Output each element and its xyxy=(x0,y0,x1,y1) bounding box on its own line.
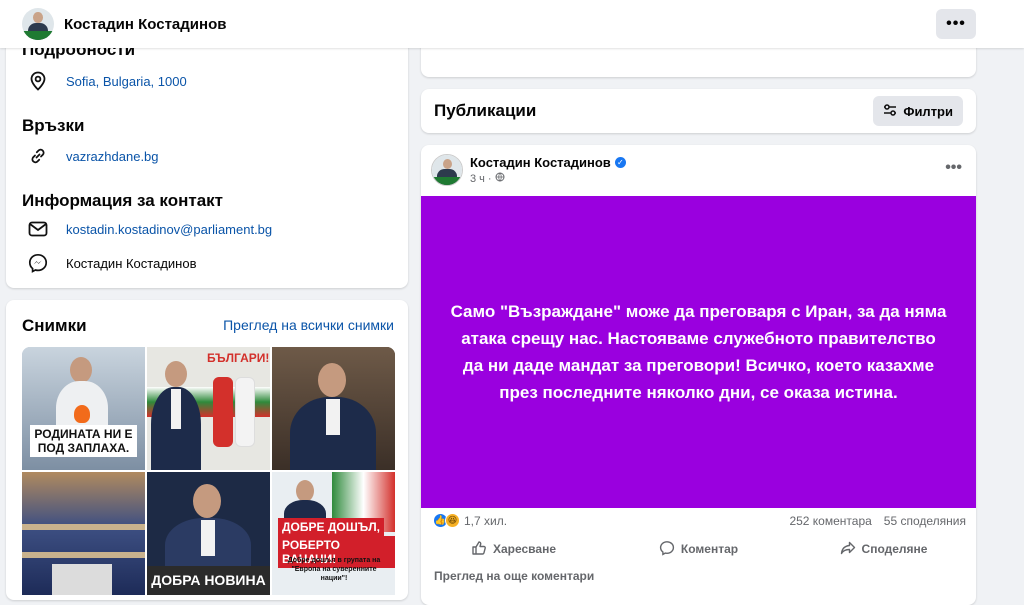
publications-bar: Публикации Филтри xyxy=(421,89,976,133)
link-icon xyxy=(22,146,54,166)
profile-avatar[interactable] xyxy=(22,8,54,40)
messenger-name[interactable]: Костадин Костадинов xyxy=(66,256,196,271)
location-row: Sofia, Bulgaria, 1000 xyxy=(22,71,187,91)
share-arrow-icon xyxy=(840,540,856,559)
photo-caption: Добре дошъл в групата на "Европа на суве… xyxy=(287,557,381,582)
profile-header-bar: Костадин Костадинов ••• xyxy=(0,0,1024,48)
share-label: Споделяне xyxy=(861,542,928,556)
details-card: Подробности Sofia, Bulgaria, 1000 Връзки… xyxy=(6,30,408,288)
photo-thumbnail[interactable]: ДОБРЕ ДОШЪЛ, РОБЕРТО ВАНАЧИ! Добре дошъл… xyxy=(272,472,395,595)
photo-thumbnail[interactable]: ДОБРА НОВИНА xyxy=(147,472,270,595)
photos-heading: Снимки xyxy=(22,316,87,335)
like-button[interactable]: Харесване xyxy=(421,535,606,563)
shares-count[interactable]: 55 споделяния xyxy=(884,514,966,528)
photos-card: Снимки Преглед на всички снимки РОДИНАТА… xyxy=(6,300,408,600)
photo-thumbnail[interactable] xyxy=(22,472,145,595)
reactions-count: 1,7 хил. xyxy=(464,513,508,528)
haha-reaction-icon: 😆 xyxy=(445,513,460,528)
profile-name: Костадин Костадинов xyxy=(64,15,227,33)
photo-caption: БЪЛГАРИ! xyxy=(207,351,270,365)
comment-bubble-icon xyxy=(659,540,675,559)
comment-label: Коментар xyxy=(680,542,739,556)
email-link[interactable]: kostadin.kostadinov@parliament.bg xyxy=(66,222,272,237)
messenger-icon xyxy=(22,253,54,273)
publications-heading: Публикации xyxy=(434,101,537,120)
photo-thumbnail[interactable]: РОДИНАТА НИ Е ПОД ЗАПЛАХА. xyxy=(22,347,145,470)
post-stats: 252 коментара 55 споделяния xyxy=(789,514,966,528)
comments-count[interactable]: 252 коментара xyxy=(789,514,871,528)
messenger-row: Костадин Костадинов xyxy=(22,253,196,273)
more-options-button[interactable]: ••• xyxy=(936,9,976,39)
comment-button[interactable]: Коментар xyxy=(606,535,791,563)
email-row: kostadin.kostadinov@parliament.bg xyxy=(22,221,272,237)
post-actions: Харесване Коментар Споделяне xyxy=(421,535,976,563)
fire-icon xyxy=(74,405,90,423)
photo-thumbnail[interactable] xyxy=(272,347,395,470)
globe-icon xyxy=(495,172,505,185)
see-all-photos-link[interactable]: Преглед на всички снимки xyxy=(223,317,394,333)
post-text: Само "Възраждане" може да преговаря с Ир… xyxy=(450,302,947,402)
post-time[interactable]: 3 ч xyxy=(470,173,485,185)
website-row: vazrazhdane.bg xyxy=(22,146,159,166)
post-author-name[interactable]: Костадин Костадинов xyxy=(470,155,611,170)
contact-heading: Информация за контакт xyxy=(22,191,223,210)
like-label: Харесване xyxy=(492,542,556,556)
email-icon xyxy=(22,221,54,237)
location-pin-icon xyxy=(22,71,54,91)
photo-thumbnail[interactable]: БЪЛГАРИ! xyxy=(147,347,270,470)
verified-badge-icon: ✓ xyxy=(614,157,626,168)
reactions-summary[interactable]: 👍 😆 1,7 хил. xyxy=(433,513,507,528)
filter-sliders-icon xyxy=(883,103,897,119)
post-author-avatar[interactable] xyxy=(431,154,463,186)
photo-caption: ДОБРЕ ДОШЪЛ, xyxy=(278,518,384,536)
thumbs-up-icon xyxy=(471,540,487,559)
photo-caption: ДОБРА НОВИНА xyxy=(147,566,270,595)
post-author: Костадин Костадинов ✓ xyxy=(470,155,626,170)
photo-caption: РОДИНАТА НИ Е ПОД ЗАПЛАХА. xyxy=(30,425,137,457)
post-timestamp: 3 ч · xyxy=(470,172,505,185)
more-horizontal-icon: ••• xyxy=(946,15,966,32)
post-more-options-button[interactable]: ••• xyxy=(945,159,962,177)
post-card: Костадин Костадинов ✓ 3 ч · ••• Само "Въ… xyxy=(421,145,976,605)
location-link[interactable]: Sofia, Bulgaria, 1000 xyxy=(66,74,187,89)
website-link[interactable]: vazrazhdane.bg xyxy=(66,149,159,164)
post-text-banner[interactable]: Само "Възраждане" може да преговаря с Ир… xyxy=(421,196,976,508)
filters-button[interactable]: Филтри xyxy=(873,96,963,126)
view-more-comments-link[interactable]: Преглед на още коментари xyxy=(434,569,594,583)
filters-label: Филтри xyxy=(903,103,953,119)
share-button[interactable]: Споделяне xyxy=(791,535,976,563)
links-heading: Връзки xyxy=(22,116,85,135)
